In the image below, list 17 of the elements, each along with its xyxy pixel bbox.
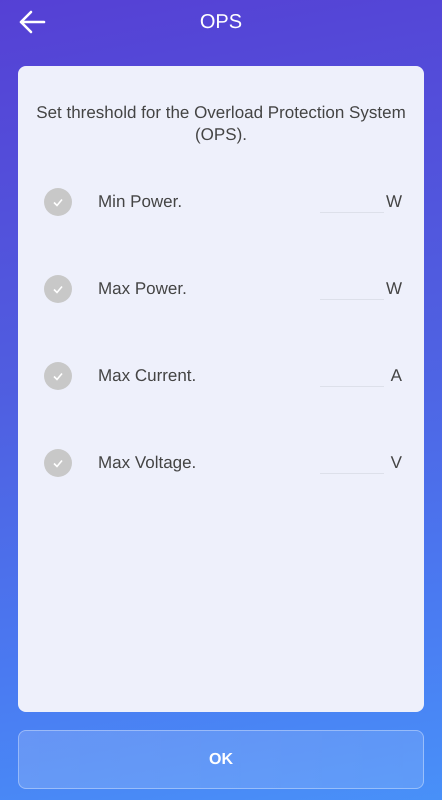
back-arrow-icon [18, 10, 46, 34]
threshold-label: Max Power. [98, 278, 188, 298]
unit-label: A [390, 366, 402, 386]
threshold-label: Min Power. [98, 192, 184, 212]
page-title: OPS [200, 10, 242, 35]
description-text: Set threshold for the Overload Protection System (OPS). [35, 102, 407, 146]
checkbox[interactable] [44, 362, 72, 390]
unit-label: W [386, 192, 402, 212]
unit-label: W [386, 278, 402, 298]
threshold-label: Max Current. [98, 366, 198, 386]
threshold-label: Max Voltage. [98, 452, 198, 472]
back-button[interactable] [18, 10, 46, 34]
checkbox[interactable] [44, 448, 72, 476]
checkbox[interactable] [44, 274, 72, 302]
ok-button[interactable]: OK [18, 730, 424, 789]
checkbox[interactable] [44, 188, 72, 216]
unit-label: V [390, 452, 402, 472]
